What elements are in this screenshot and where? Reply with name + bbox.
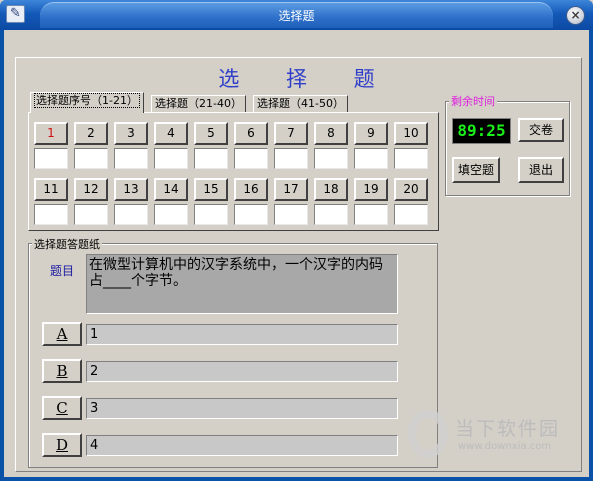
tab-label: 选择题（21-40） [155, 97, 242, 110]
question-20-button[interactable]: 20 [394, 178, 428, 201]
watermark-logo-icon [408, 410, 448, 458]
question-17-answer-box[interactable] [274, 204, 308, 225]
question-7-answer-box[interactable] [274, 148, 308, 169]
page-heading: 选 择 题 [218, 67, 395, 91]
countdown-timer: 89:25 [452, 118, 511, 144]
question-3-button[interactable]: 3 [114, 122, 148, 145]
exit-button[interactable]: 退出 [518, 157, 564, 183]
question-9-answer-box[interactable] [354, 148, 388, 169]
option-c-text: 3 [86, 398, 398, 419]
option-a-text: 1 [86, 324, 398, 345]
tab-label: 选择题序号（1-21） [34, 93, 140, 108]
question-7-button[interactable]: 7 [274, 122, 308, 145]
question-4-answer-box[interactable] [154, 148, 188, 169]
fill-blank-button[interactable]: 填空题 [452, 157, 500, 183]
question-13-button[interactable]: 13 [114, 178, 148, 201]
question-3-answer-box[interactable] [114, 148, 148, 169]
question-5-answer-box[interactable] [194, 148, 228, 169]
question-6-button[interactable]: 6 [234, 122, 268, 145]
question-13-answer-box[interactable] [114, 204, 148, 225]
option-b-text: 2 [86, 361, 398, 382]
question-20-answer-box[interactable] [394, 204, 428, 225]
question-14-answer-box[interactable] [154, 204, 188, 225]
question-label: 题目 [50, 264, 75, 278]
watermark-url: www.downxia.com [458, 441, 552, 452]
window-title: 选择题 [278, 9, 315, 23]
question-1-button[interactable]: 1 [34, 122, 68, 145]
question-8-answer-box[interactable] [314, 148, 348, 169]
question-12-button[interactable]: 12 [74, 178, 108, 201]
question-10-answer-box[interactable] [394, 148, 428, 169]
option-d-text: 4 [86, 435, 398, 456]
timer-group-label: 剩余时间 [449, 93, 497, 109]
question-19-button[interactable]: 19 [354, 178, 388, 201]
question-16-button[interactable]: 16 [234, 178, 268, 201]
question-8-button[interactable]: 8 [314, 122, 348, 145]
question-11-button[interactable]: 11 [34, 178, 68, 201]
question-1-answer-box[interactable] [34, 148, 68, 169]
tab-questions-1-21[interactable]: 选择题序号（1-21） [30, 92, 144, 113]
question-19-answer-box[interactable] [354, 204, 388, 225]
question-6-answer-box[interactable] [234, 148, 268, 169]
tab-questions-21-40[interactable]: 选择题（21-40） [151, 95, 246, 113]
option-c-button[interactable]: C [42, 396, 82, 420]
option-a-button[interactable]: A [42, 322, 82, 346]
question-4-button[interactable]: 4 [154, 122, 188, 145]
option-d-button[interactable]: D [42, 433, 82, 457]
question-11-answer-box[interactable] [34, 204, 68, 225]
title-bar: ✎ 选择题 × [0, 0, 593, 30]
option-b-button[interactable]: B [42, 359, 82, 383]
question-18-button[interactable]: 18 [314, 178, 348, 201]
question-18-answer-box[interactable] [314, 204, 348, 225]
close-button[interactable]: × [566, 6, 585, 25]
watermark-text: 当下软件园 [455, 418, 561, 440]
question-5-button[interactable]: 5 [194, 122, 228, 145]
question-9-button[interactable]: 9 [354, 122, 388, 145]
question-16-answer-box[interactable] [234, 204, 268, 225]
answer-sheet-label: 选择题答题纸 [32, 236, 102, 252]
question-text: 在微型计算机中的汉字系统中，一个汉字的内码占____个字节。 [86, 254, 398, 314]
question-2-button[interactable]: 2 [74, 122, 108, 145]
tab-questions-41-50[interactable]: 选择题（41-50） [253, 95, 348, 113]
question-14-button[interactable]: 14 [154, 178, 188, 201]
question-2-answer-box[interactable] [74, 148, 108, 169]
submit-button[interactable]: 交卷 [518, 118, 564, 142]
question-12-answer-box[interactable] [74, 204, 108, 225]
question-15-button[interactable]: 15 [194, 178, 228, 201]
question-17-button[interactable]: 17 [274, 178, 308, 201]
question-15-answer-box[interactable] [194, 204, 228, 225]
question-10-button[interactable]: 10 [394, 122, 428, 145]
tab-label: 选择题（41-50） [257, 97, 344, 110]
